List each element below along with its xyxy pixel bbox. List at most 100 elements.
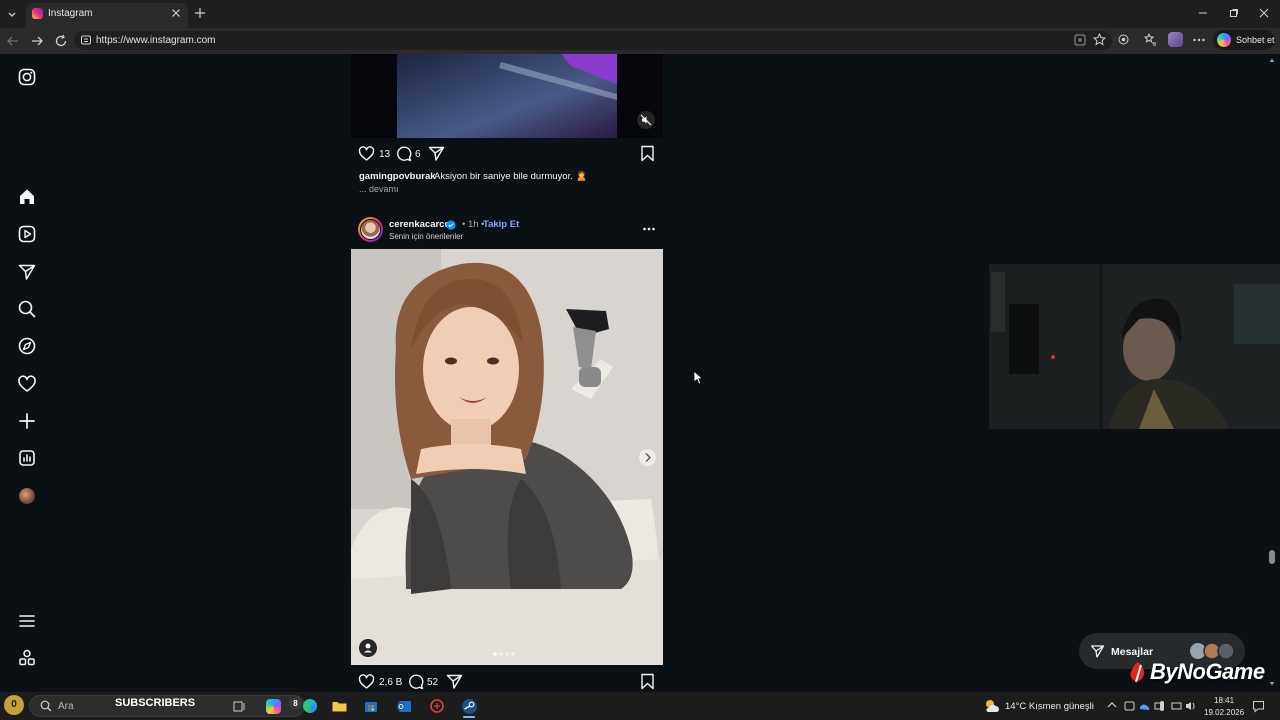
more-link[interactable]: ... devamı: [359, 184, 399, 194]
scroll-up-arrow-icon[interactable]: [1269, 57, 1275, 63]
chevron-down-icon: [8, 12, 16, 17]
comment-button[interactable]: [395, 145, 412, 162]
edge-browser-icon[interactable]: [303, 699, 317, 713]
video-frame: [351, 54, 663, 138]
favorites-icon[interactable]: [1144, 33, 1157, 46]
carousel-dots: [492, 651, 522, 657]
post-author-avatar[interactable]: [358, 217, 383, 242]
more-horizontal-icon: [643, 227, 655, 231]
profile-avatar[interactable]: [19, 488, 35, 504]
more-menu-icon[interactable]: [1192, 34, 1206, 46]
close-tab-button[interactable]: [171, 8, 181, 18]
reels-icon[interactable]: [17, 224, 37, 244]
minimize-button[interactable]: [1198, 8, 1208, 18]
comment-button[interactable]: [407, 673, 424, 690]
share-button[interactable]: [428, 145, 445, 162]
next-image-button[interactable]: [639, 449, 656, 466]
webcam-feed: [989, 264, 1280, 429]
bynogame-logo-icon: [1128, 661, 1148, 683]
comment-bubble-icon: [409, 674, 424, 690]
forward-button[interactable]: [30, 34, 44, 48]
notifications-heart-icon[interactable]: [17, 374, 37, 394]
task-view-icon[interactable]: [233, 700, 246, 713]
minimize-icon: [1199, 12, 1207, 14]
tray-icons[interactable]: [1124, 699, 1200, 713]
caption-username[interactable]: gamingpovburak: [359, 171, 436, 182]
previous-post-video[interactable]: [351, 54, 663, 138]
comment-bubble-icon: [397, 146, 412, 162]
post-photo[interactable]: [351, 249, 663, 665]
instagram-logo-icon[interactable]: [17, 67, 37, 87]
favorite-star-icon[interactable]: [1093, 33, 1106, 46]
mute-button[interactable]: [637, 111, 655, 129]
new-tab-button[interactable]: [194, 7, 206, 19]
profile-avatar-icon[interactable]: [1168, 32, 1183, 47]
arrow-right-icon: [32, 36, 43, 46]
copilot-label: Sohbet et: [1236, 35, 1275, 45]
file-explorer-icon[interactable]: [332, 700, 347, 712]
copilot-icon: [1217, 33, 1231, 47]
share-button[interactable]: [446, 673, 463, 690]
scroll-down-arrow-icon[interactable]: [1269, 681, 1275, 687]
search-placeholder: Ara: [58, 701, 74, 712]
save-button[interactable]: [640, 673, 655, 690]
chevron-right-icon: [645, 453, 651, 462]
widgets-badge[interactable]: 0: [4, 695, 24, 715]
weather-text[interactable]: 14°C Kısmen güneşli: [1005, 701, 1094, 712]
more-menu-icon[interactable]: [17, 611, 37, 631]
microsoft-store-icon[interactable]: [364, 699, 378, 713]
message-avatars: [1188, 641, 1236, 661]
notification-center-icon[interactable]: [1252, 700, 1265, 713]
follow-button[interactable]: Takip Et: [483, 219, 519, 230]
scrollbar-thumb[interactable]: [1269, 550, 1275, 564]
browser-tab-bar: [0, 0, 1280, 28]
refresh-button[interactable]: [54, 34, 68, 48]
search-icon: [40, 700, 52, 712]
clock-date[interactable]: 19.02.2026: [1204, 708, 1244, 717]
like-count[interactable]: 2,6 B: [379, 677, 402, 688]
restore-icon: [1230, 9, 1238, 17]
restore-button[interactable]: [1229, 8, 1239, 18]
dashboard-chart-icon[interactable]: [17, 448, 37, 468]
bookmark-icon: [641, 145, 654, 162]
outlook-icon[interactable]: [397, 699, 412, 713]
tab-title: Instagram: [48, 8, 93, 19]
tray-overflow-icon[interactable]: [1107, 701, 1117, 709]
refresh-icon: [55, 34, 67, 47]
weather-icon[interactable]: [984, 698, 1000, 714]
close-window-button[interactable]: [1259, 8, 1269, 18]
home-icon[interactable]: [17, 187, 37, 207]
app-red-circle-icon[interactable]: [430, 699, 444, 713]
like-button[interactable]: [358, 673, 375, 690]
tab-list-button[interactable]: [4, 6, 20, 22]
clock-time[interactable]: 18:41: [1214, 696, 1234, 705]
comment-count[interactable]: 52: [427, 677, 438, 688]
messages-send-icon[interactable]: [17, 262, 37, 282]
photo-illustration: [351, 249, 663, 665]
save-button[interactable]: [640, 145, 655, 162]
url-text[interactable]: https://www.instagram.com: [96, 35, 215, 46]
search-icon[interactable]: [17, 299, 37, 319]
also-from-meta-icon[interactable]: [17, 648, 37, 668]
webcam-overlay: [989, 264, 1280, 429]
like-button[interactable]: [358, 145, 375, 162]
copilot-taskbar-icon[interactable]: [266, 699, 281, 714]
explore-compass-icon[interactable]: [17, 336, 37, 356]
back-button[interactable]: [6, 34, 20, 48]
steam-icon[interactable]: [462, 699, 477, 714]
create-plus-icon[interactable]: [17, 411, 37, 431]
comment-count[interactable]: 6: [415, 149, 421, 160]
arrow-left-icon: [7, 36, 18, 46]
like-count[interactable]: 13: [379, 149, 390, 160]
instagram-favicon-icon: [32, 8, 43, 19]
app-available-icon[interactable]: [1074, 34, 1086, 46]
bookmark-icon: [641, 673, 654, 690]
site-info-icon[interactable]: [80, 34, 92, 46]
plus-icon: [195, 8, 205, 18]
tagged-user-button[interactable]: [359, 639, 377, 657]
post-options-button[interactable]: [642, 224, 656, 234]
address-bar[interactable]: [74, 31, 1112, 50]
extensions-icon[interactable]: [1117, 33, 1130, 46]
active-app-indicator: [463, 716, 475, 718]
post-username[interactable]: cerenkacarcc: [389, 219, 450, 230]
